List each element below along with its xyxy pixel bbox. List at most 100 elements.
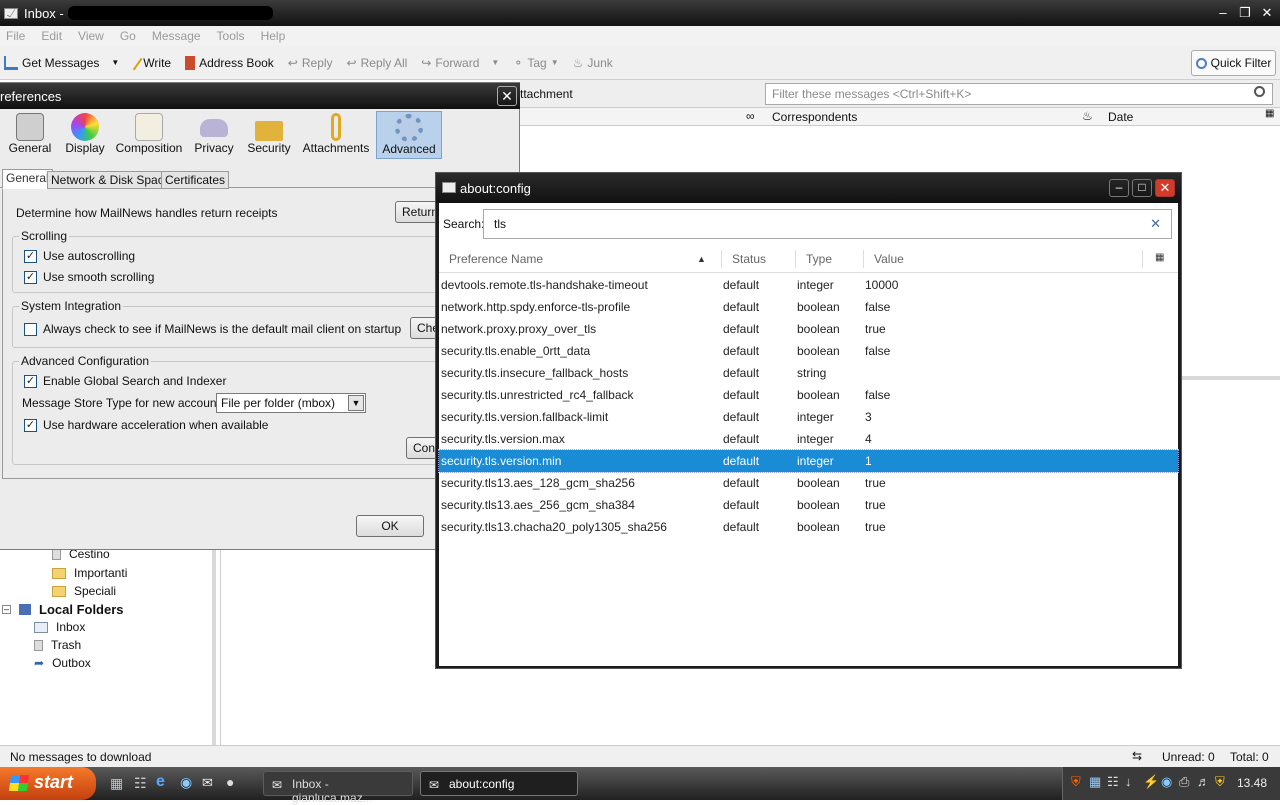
folder-trash[interactable]: Trash bbox=[34, 638, 81, 652]
check-now-button[interactable]: Che bbox=[410, 317, 439, 339]
value-column[interactable]: Value bbox=[874, 252, 904, 266]
config-row[interactable]: security.tls.version.max default integer 4 bbox=[439, 428, 1178, 450]
close-icon[interactable]: ✕ bbox=[497, 86, 517, 106]
maximize-icon[interactable]: □ bbox=[1132, 179, 1152, 197]
ok-button[interactable]: OK bbox=[356, 515, 424, 537]
globe-icon[interactable]: ◉ bbox=[180, 774, 192, 791]
usb-icon[interactable]: ↓ bbox=[1125, 774, 1132, 789]
reply-button[interactable]: ↩ Reply bbox=[288, 56, 333, 70]
config-row[interactable]: security.tls.insecure_fallback_hosts defa… bbox=[439, 362, 1178, 384]
config-row[interactable]: security.tls.version.fallback-limit defau… bbox=[439, 406, 1178, 428]
menu-view[interactable]: View bbox=[78, 29, 104, 43]
tab-certificates[interactable]: Certificates bbox=[161, 171, 230, 189]
column-separator[interactable] bbox=[863, 250, 864, 268]
online-status-icon[interactable]: ⇆ bbox=[1132, 749, 1142, 763]
read-column-icon[interactable]: ∞ bbox=[746, 109, 755, 123]
pane-attachments[interactable]: Attachments bbox=[302, 111, 370, 159]
address-book-button[interactable]: Address Book bbox=[185, 55, 274, 70]
network-icon[interactable]: ☷ bbox=[134, 775, 147, 792]
checkbox-checked[interactable]: ✓ bbox=[24, 270, 37, 284]
collapse-icon[interactable]: – bbox=[2, 605, 11, 614]
hw-accel-checkbox[interactable]: ✓ Use hardware acceleration when availabl… bbox=[24, 418, 268, 432]
task-inbox[interactable]: ✉ Inbox - gianluca.maz... bbox=[263, 771, 413, 805]
menu-edit[interactable]: Edit bbox=[41, 29, 62, 43]
junk-column-icon[interactable]: ♨ bbox=[1082, 109, 1093, 123]
config-editor-button[interactable]: Confi bbox=[406, 437, 441, 459]
filter-attachment-label[interactable]: ttachment bbox=[520, 87, 573, 101]
menu-message[interactable]: Message bbox=[152, 29, 201, 43]
correspondents-column[interactable]: Correspondents bbox=[772, 110, 857, 124]
folder-local-folders[interactable]: – Local Folders bbox=[2, 602, 124, 617]
config-row[interactable]: security.tls.version.min default integer 1 bbox=[438, 449, 1179, 473]
config-row[interactable]: security.tls.enable_0rtt_data default bool… bbox=[439, 340, 1178, 362]
minimize-icon[interactable]: – bbox=[1109, 179, 1129, 197]
folder-inbox[interactable]: Inbox bbox=[34, 620, 85, 634]
preference-name-column[interactable]: Preference Name bbox=[449, 252, 543, 266]
minimize-icon[interactable]: – bbox=[1214, 4, 1232, 22]
browser-icon[interactable]: e bbox=[156, 773, 165, 791]
checkbox-unchecked[interactable] bbox=[24, 322, 37, 336]
smooth-scroll-checkbox[interactable]: ✓ Use smooth scrolling bbox=[24, 270, 154, 284]
antivirus-icon[interactable]: ◉ bbox=[1161, 774, 1172, 790]
filter-messages-input[interactable]: Filter these messages <Ctrl+Shift+K> bbox=[765, 83, 1273, 105]
junk-button[interactable]: ♨ Junk bbox=[573, 56, 613, 70]
app-launcher-icon[interactable]: ● bbox=[226, 774, 234, 790]
network-icon[interactable]: ☷ bbox=[1107, 774, 1119, 790]
pane-security[interactable]: Security bbox=[246, 111, 292, 159]
column-separator[interactable] bbox=[795, 250, 796, 268]
chevron-down-icon[interactable]: ▼ bbox=[111, 58, 119, 67]
folder-speciali[interactable]: Speciali bbox=[52, 584, 116, 598]
close-icon[interactable]: ✕ bbox=[1155, 179, 1175, 197]
chevron-down-icon[interactable]: ▼ bbox=[551, 58, 559, 67]
checkbox-checked[interactable]: ✓ bbox=[24, 249, 37, 263]
volume-icon[interactable]: ♬ bbox=[1197, 774, 1210, 789]
task-about-config[interactable]: ✉ about:config bbox=[420, 771, 578, 796]
tab-general[interactable]: General bbox=[2, 169, 53, 189]
status-column[interactable]: Status bbox=[732, 252, 766, 266]
autoscroll-checkbox[interactable]: ✓ Use autoscrolling bbox=[24, 249, 135, 263]
global-search-checkbox[interactable]: ✓ Enable Global Search and Indexer bbox=[24, 374, 226, 388]
config-row[interactable]: network.http.spdy.enforce-tls-profile def… bbox=[439, 296, 1178, 318]
default-client-checkbox[interactable]: Always check to see if MailNews is the d… bbox=[24, 322, 401, 336]
menu-go[interactable]: Go bbox=[120, 29, 136, 43]
monitor-icon[interactable]: ▦ bbox=[1089, 774, 1101, 790]
checkbox-checked[interactable]: ✓ bbox=[24, 374, 37, 388]
forward-button[interactable]: ↪ Forward ▼ bbox=[421, 56, 499, 70]
get-messages-button[interactable]: Get Messages ▼ bbox=[4, 55, 119, 70]
config-search-input[interactable]: tls ✕ bbox=[483, 209, 1172, 239]
menu-help[interactable]: Help bbox=[261, 29, 286, 43]
folder-outbox[interactable]: ➦ Outbox bbox=[34, 656, 91, 670]
quick-filter-button[interactable]: Quick Filter bbox=[1191, 50, 1276, 76]
store-type-select[interactable]: File per folder (mbox) ▼ bbox=[216, 393, 366, 413]
config-row[interactable]: network.proxy.proxy_over_tls default boole… bbox=[439, 318, 1178, 340]
tag-button[interactable]: ⚬ Tag ▼ bbox=[513, 56, 558, 70]
close-icon[interactable]: ✕ bbox=[1258, 4, 1276, 22]
reply-all-button[interactable]: ↩ Reply All bbox=[347, 56, 408, 70]
start-button[interactable]: start bbox=[0, 767, 96, 800]
clear-search-icon[interactable]: ✕ bbox=[1150, 216, 1161, 232]
config-row[interactable]: security.tls13.aes_256_gcm_sha384 default… bbox=[439, 494, 1178, 516]
pane-privacy[interactable]: Privacy bbox=[192, 111, 236, 159]
pane-general[interactable]: General bbox=[6, 111, 54, 159]
column-separator[interactable] bbox=[1142, 250, 1143, 268]
chevron-down-icon[interactable]: ▼ bbox=[491, 58, 499, 67]
config-row[interactable]: devtools.remote.tls-handshake-timeout def… bbox=[439, 274, 1178, 296]
tab-network-disk-space[interactable]: Network & Disk Space bbox=[47, 171, 175, 189]
chevron-down-icon[interactable]: ▼ bbox=[348, 395, 364, 411]
column-picker-icon[interactable]: ▦ bbox=[1265, 108, 1274, 119]
shield-icon[interactable]: ⛨ bbox=[1071, 774, 1081, 790]
menu-file[interactable]: File bbox=[6, 29, 25, 43]
menu-tools[interactable]: Tools bbox=[217, 29, 245, 43]
type-column[interactable]: Type bbox=[806, 252, 832, 266]
column-picker-icon[interactable]: ▦ bbox=[1155, 252, 1164, 263]
config-row[interactable]: security.tls13.aes_128_gcm_sha256 default… bbox=[439, 472, 1178, 494]
show-desktop-icon[interactable]: ▦ bbox=[110, 775, 123, 792]
checkbox-checked[interactable]: ✓ bbox=[24, 418, 37, 432]
date-column[interactable]: Date bbox=[1108, 110, 1133, 124]
pane-advanced[interactable]: Advanced bbox=[376, 111, 442, 159]
security-shield-icon[interactable]: ⛨ bbox=[1215, 774, 1225, 790]
write-button[interactable]: Write bbox=[129, 55, 171, 70]
power-icon[interactable]: ⚡ bbox=[1143, 774, 1159, 790]
pane-splitter[interactable] bbox=[1182, 376, 1280, 380]
folder-importanti[interactable]: Importanti bbox=[52, 566, 127, 580]
